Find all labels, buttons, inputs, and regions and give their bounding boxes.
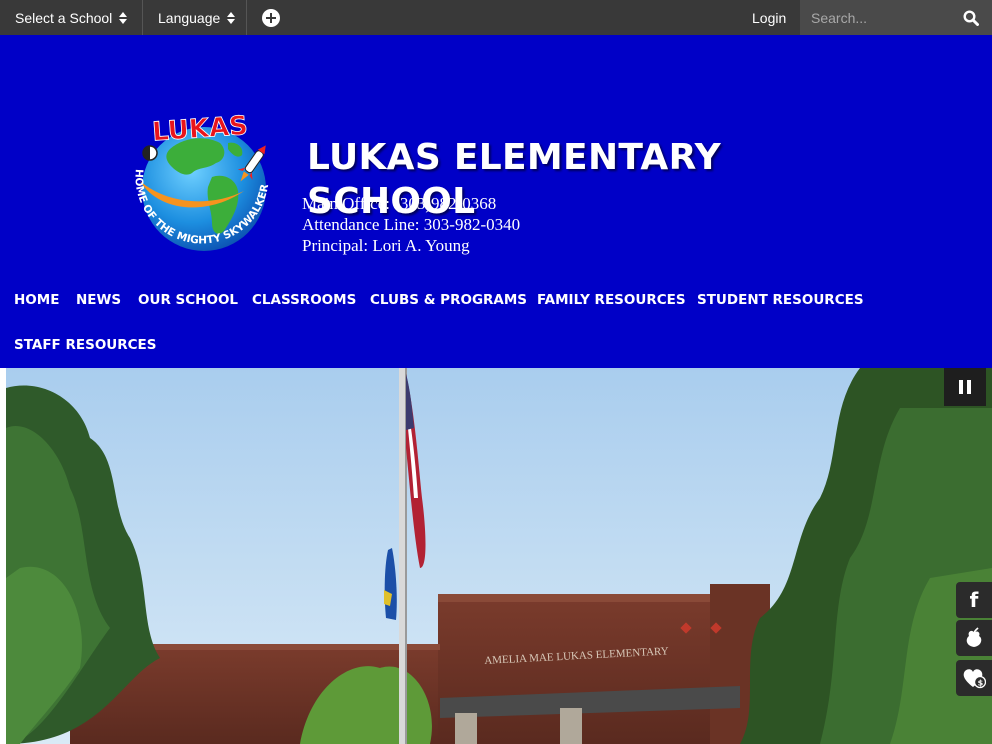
plus-circle-icon <box>262 8 280 27</box>
site-header: LUKAS HOME OF THE MIGHTY SKYWALKERS LUKA… <box>0 35 992 368</box>
search-form <box>800 0 992 35</box>
nav-family-resources[interactable]: FAMILY RESOURCES <box>537 291 686 309</box>
divider <box>142 0 143 35</box>
nav-staff-resources[interactable]: STAFF RESOURCES <box>14 336 157 354</box>
nav-news[interactable]: NEWS <box>76 291 121 309</box>
language-label: Language <box>158 9 221 26</box>
nav-clubs-programs[interactable]: CLUBS & PROGRAMS <box>370 291 527 309</box>
svg-text:$: $ <box>978 679 984 688</box>
facebook-icon: f <box>969 588 979 612</box>
donate-button[interactable]: $ <box>956 660 992 696</box>
language-dropdown[interactable]: Language <box>158 0 236 35</box>
pause-icon-bar <box>967 380 971 394</box>
peachjar-icon <box>966 627 982 647</box>
login-label: Login <box>752 9 787 26</box>
page-title-line1: LUKAS ELEMENTARY <box>307 137 722 178</box>
login-link[interactable]: Login <box>752 0 786 35</box>
sort-arrows-icon <box>119 11 128 24</box>
nav-home[interactable]: HOME <box>14 291 59 309</box>
nav-classrooms[interactable]: CLASSROOMS <box>252 291 356 309</box>
principal-name: Principal: Lori A. Young <box>302 236 470 255</box>
attendance-phone: Attendance Line: 303-982-0340 <box>302 215 521 234</box>
nav-our-school[interactable]: OUR SCHOOL <box>138 291 238 309</box>
select-school-label: Select a School <box>15 9 113 26</box>
nav-student-resources[interactable]: STUDENT RESOURCES <box>697 291 864 309</box>
hero-slideshow-image: AMELIA MAE LUKAS ELEMENTARY <box>0 368 992 744</box>
search-input[interactable] <box>800 0 950 35</box>
search-button[interactable] <box>950 0 992 35</box>
main-office-phone: Main Office: (303)982-0368 <box>302 194 497 213</box>
top-utility-bar: Select a School Language Login <box>0 0 992 35</box>
divider <box>246 0 247 35</box>
slideshow-pause-button[interactable] <box>944 368 986 406</box>
sort-arrows-icon <box>227 11 236 24</box>
facebook-button[interactable]: f <box>956 582 992 618</box>
pause-icon-bar <box>959 380 963 394</box>
add-button[interactable] <box>262 0 280 35</box>
school-logo[interactable]: LUKAS HOME OF THE MIGHTY SKYWALKERS <box>128 107 280 265</box>
search-icon <box>963 9 979 26</box>
peachjar-button[interactable] <box>956 620 992 656</box>
select-school-dropdown[interactable]: Select a School <box>15 0 128 35</box>
heart-dollar-icon: $ <box>963 669 986 689</box>
